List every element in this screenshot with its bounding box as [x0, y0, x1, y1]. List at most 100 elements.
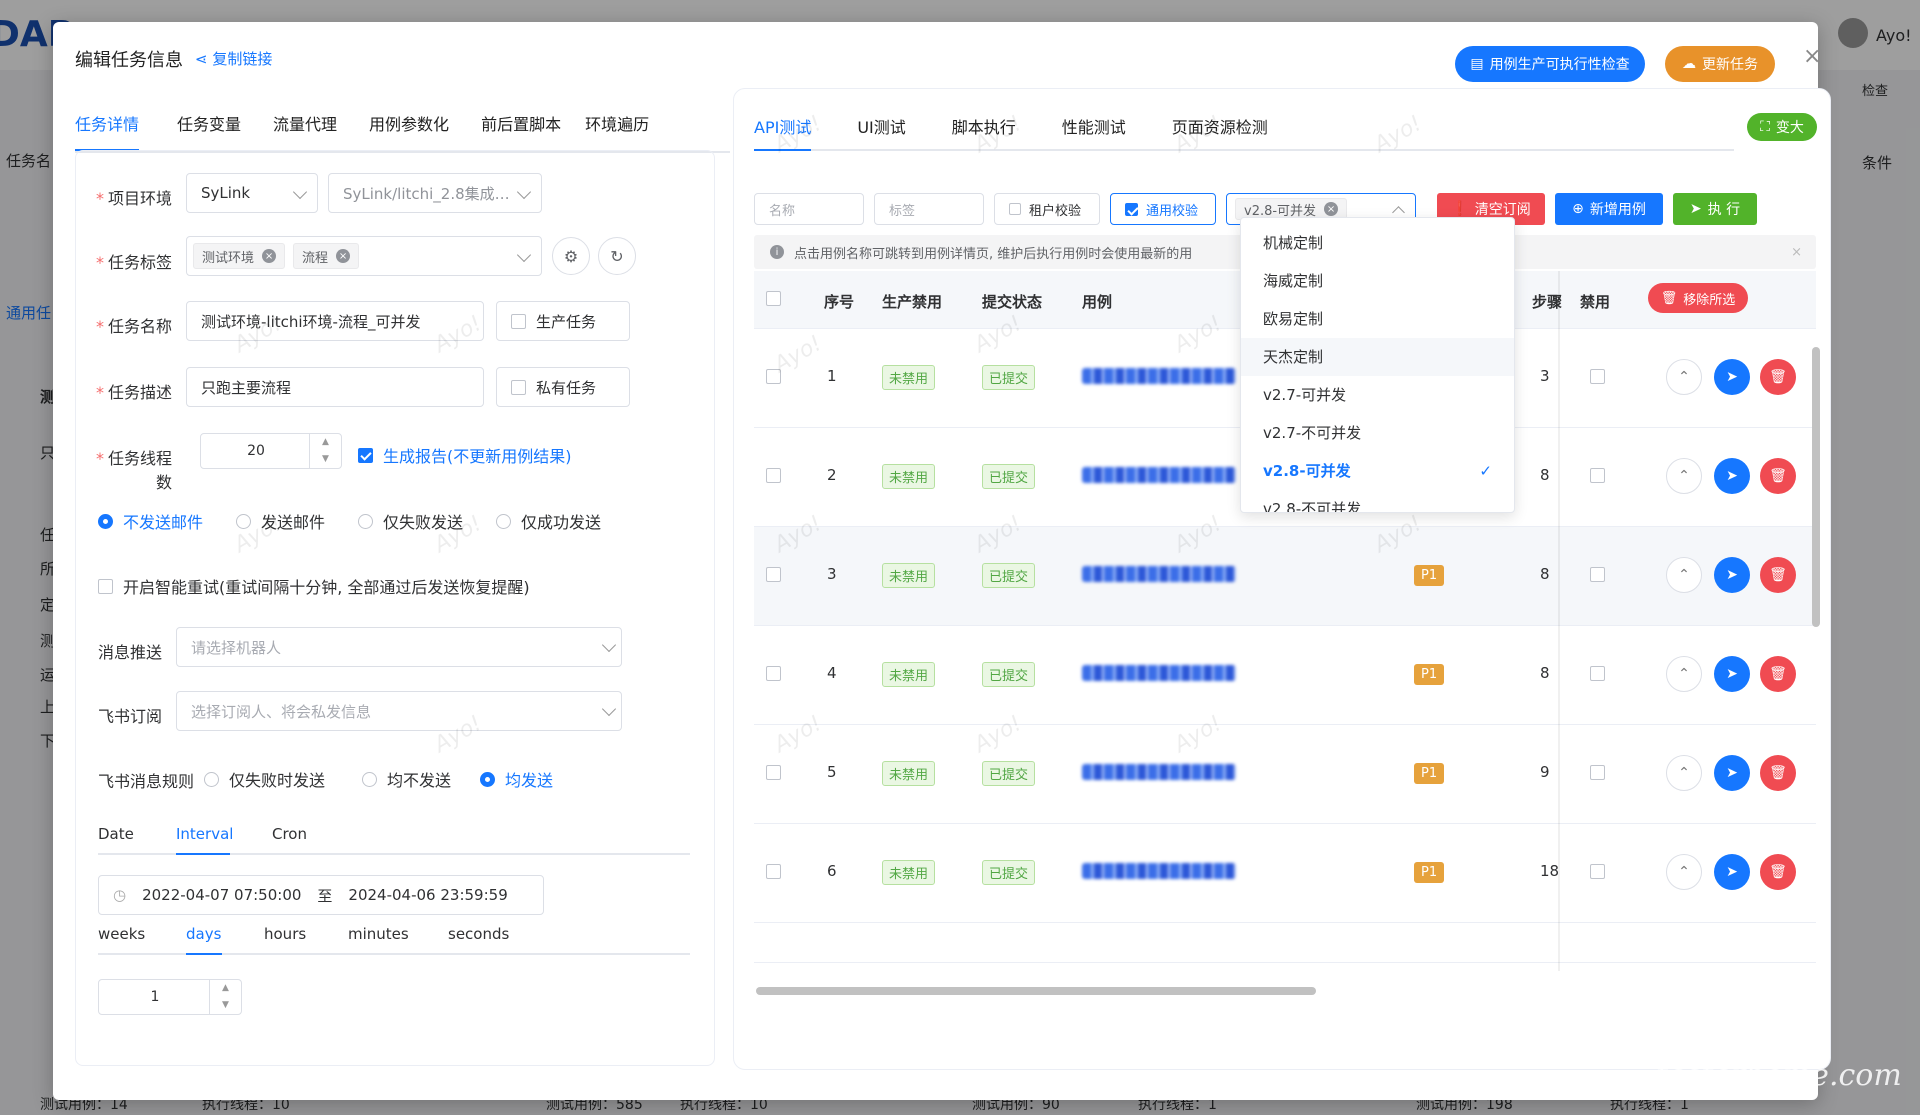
run-case-button[interactable]: ➤ [1714, 557, 1750, 593]
threads-stepper[interactable]: 20 ▲ ▼ [200, 433, 342, 469]
case-name-link[interactable] [1082, 665, 1236, 681]
row-disable-checkbox[interactable] [1590, 765, 1605, 780]
check-executable-button[interactable]: ▤ 用例生产可执行性检查 [1455, 46, 1645, 82]
tab-cron[interactable]: Cron [272, 825, 307, 843]
version-option[interactable]: v2.7-不可并发 [1241, 414, 1514, 452]
delete-case-button[interactable]: 🗑 [1760, 458, 1796, 494]
case-name-link[interactable] [1082, 566, 1236, 582]
close-icon[interactable]: × [262, 249, 277, 263]
delete-case-button[interactable]: 🗑 [1760, 656, 1796, 692]
row-checkbox[interactable] [766, 864, 781, 879]
prod-task-checkbox[interactable]: 生产任务 [496, 301, 630, 341]
version-option-selected[interactable]: v2.8-可并发 [1241, 452, 1514, 490]
version-option[interactable]: 欧易定制 [1241, 300, 1514, 338]
row-checkbox[interactable] [766, 468, 781, 483]
unit-hours[interactable]: hours [264, 925, 306, 943]
mail-option-0[interactable]: 不发送邮件 [98, 509, 203, 533]
close-icon[interactable]: × [336, 249, 351, 263]
case-name-link[interactable] [1082, 863, 1236, 879]
row-disable-checkbox[interactable] [1590, 666, 1605, 681]
stepper-arrows[interactable]: ▲ ▼ [209, 980, 241, 1014]
tenant-check-checkbox[interactable]: 租户校验 [994, 193, 1100, 225]
delete-case-button[interactable]: 🗑 [1760, 359, 1796, 395]
run-case-button[interactable]: ➤ [1714, 359, 1750, 395]
run-case-button[interactable]: ➤ [1714, 656, 1750, 692]
vertical-scrollbar[interactable] [1812, 347, 1820, 627]
tab-params[interactable]: 用例参数化 [353, 99, 465, 151]
col-prod-disable[interactable]: 生产禁用 [882, 291, 942, 312]
add-case-button[interactable]: ⊕ 新增用例 [1555, 193, 1663, 225]
tab-interval[interactable]: Interval [176, 825, 233, 855]
run-button[interactable]: ➤ 执 行 [1673, 193, 1757, 225]
move-up-button[interactable]: ⌃ [1666, 458, 1702, 494]
case-name-link[interactable] [1082, 368, 1236, 384]
task-tags-select[interactable]: 测试环境 × 流程 × [186, 236, 542, 276]
feishu-rule-0[interactable]: 仅失败时发送 [204, 767, 325, 791]
date-range-picker[interactable]: ◷ 2022-04-07 07:50:00 至 2024-04-06 23:59… [98, 875, 544, 915]
settings-gear-button[interactable]: ⚙ [552, 237, 590, 275]
version-option[interactable]: 海威定制 [1241, 262, 1514, 300]
tag-filter-input[interactable]: 标签 [874, 193, 984, 225]
unit-weeks[interactable]: weeks [98, 925, 145, 943]
smart-retry-checkbox[interactable]: 开启智能重试(重试间隔十分钟, 全部通过后发送恢复提醒) [98, 574, 530, 598]
move-up-button[interactable]: ⌃ [1666, 557, 1702, 593]
interval-stepper[interactable]: 1 ▲ ▼ [98, 979, 242, 1015]
remove-selected-button[interactable]: 🗑 移除所选 [1648, 283, 1748, 313]
horizontal-scrollbar[interactable] [756, 987, 1316, 995]
version-option[interactable]: 机械定制 [1241, 224, 1514, 262]
tab-env-traverse[interactable]: 环境遍历 [577, 99, 657, 151]
row-disable-checkbox[interactable] [1590, 369, 1605, 384]
row-disable-checkbox[interactable] [1590, 864, 1605, 879]
row-disable-checkbox[interactable] [1590, 567, 1605, 582]
unit-seconds[interactable]: seconds [448, 925, 509, 943]
feishu-rule-1[interactable]: 均不发送 [362, 767, 451, 791]
tab-date[interactable]: Date [98, 825, 134, 843]
unit-minutes[interactable]: minutes [348, 925, 409, 943]
tab-scripts[interactable]: 前后置脚本 [465, 99, 577, 151]
row-checkbox[interactable] [766, 765, 781, 780]
case-name-link[interactable] [1082, 467, 1236, 483]
subscriber-select[interactable]: 选择订阅人、将会私发信息 [176, 691, 622, 731]
name-filter-input[interactable]: 名称 [754, 193, 864, 225]
version-option[interactable]: v2.8-不可并发 [1241, 490, 1514, 512]
row-checkbox[interactable] [766, 666, 781, 681]
move-up-button[interactable]: ⌃ [1666, 854, 1702, 890]
delete-case-button[interactable]: 🗑 [1760, 755, 1796, 791]
task-desc-input[interactable]: 只跑主要流程 [186, 367, 484, 407]
row-disable-checkbox[interactable] [1590, 468, 1605, 483]
mail-option-3[interactable]: 仅成功发送 [496, 509, 601, 533]
version-option[interactable]: 天杰定制 [1241, 338, 1514, 376]
gen-report-checkbox[interactable]: 生成报告(不更新用例结果) [358, 443, 572, 467]
unit-days[interactable]: days [186, 925, 222, 955]
case-name-link[interactable] [1082, 764, 1236, 780]
feishu-rule-2[interactable]: 均发送 [480, 767, 553, 791]
row-checkbox[interactable] [766, 567, 781, 582]
tab-proxy[interactable]: 流量代理 [257, 99, 353, 151]
delete-case-button[interactable]: 🗑 [1760, 557, 1796, 593]
run-case-button[interactable]: ➤ [1714, 854, 1750, 890]
general-check-checkbox[interactable]: 通用校验 [1110, 193, 1216, 225]
stepper-arrows[interactable]: ▲ ▼ [309, 434, 341, 468]
version-option[interactable]: v2.7-可并发 [1241, 376, 1514, 414]
close-icon[interactable]: × [1791, 245, 1802, 260]
close-icon[interactable]: × [1324, 202, 1339, 216]
private-task-checkbox[interactable]: 私有任务 [496, 367, 630, 407]
update-task-button[interactable]: ☁ 更新任务 [1665, 46, 1775, 82]
col-disable[interactable]: 禁用 [1580, 291, 1610, 312]
delete-case-button[interactable]: 🗑 [1760, 854, 1796, 890]
project-env-sub-select[interactable]: SyLink/litchi_2.8集成… [328, 173, 542, 213]
move-up-button[interactable]: ⌃ [1666, 359, 1702, 395]
move-up-button[interactable]: ⌃ [1666, 656, 1702, 692]
col-submit-status[interactable]: 提交状态 [982, 291, 1042, 312]
copy-link[interactable]: ⋖ 复制链接 [195, 48, 272, 69]
close-icon[interactable]: × [1803, 44, 1821, 69]
tab-task-detail[interactable]: 任务详情 [75, 99, 140, 151]
move-up-button[interactable]: ⌃ [1666, 755, 1702, 791]
run-case-button[interactable]: ➤ [1714, 458, 1750, 494]
expand-button[interactable]: ⛶ 变大 [1747, 113, 1817, 141]
tab-perf-test[interactable]: 性能测试 [1062, 111, 1126, 151]
project-env-select[interactable]: SyLink [186, 173, 318, 213]
select-all-checkbox[interactable] [766, 291, 781, 306]
run-case-button[interactable]: ➤ [1714, 755, 1750, 791]
refresh-button[interactable]: ↻ [598, 237, 636, 275]
